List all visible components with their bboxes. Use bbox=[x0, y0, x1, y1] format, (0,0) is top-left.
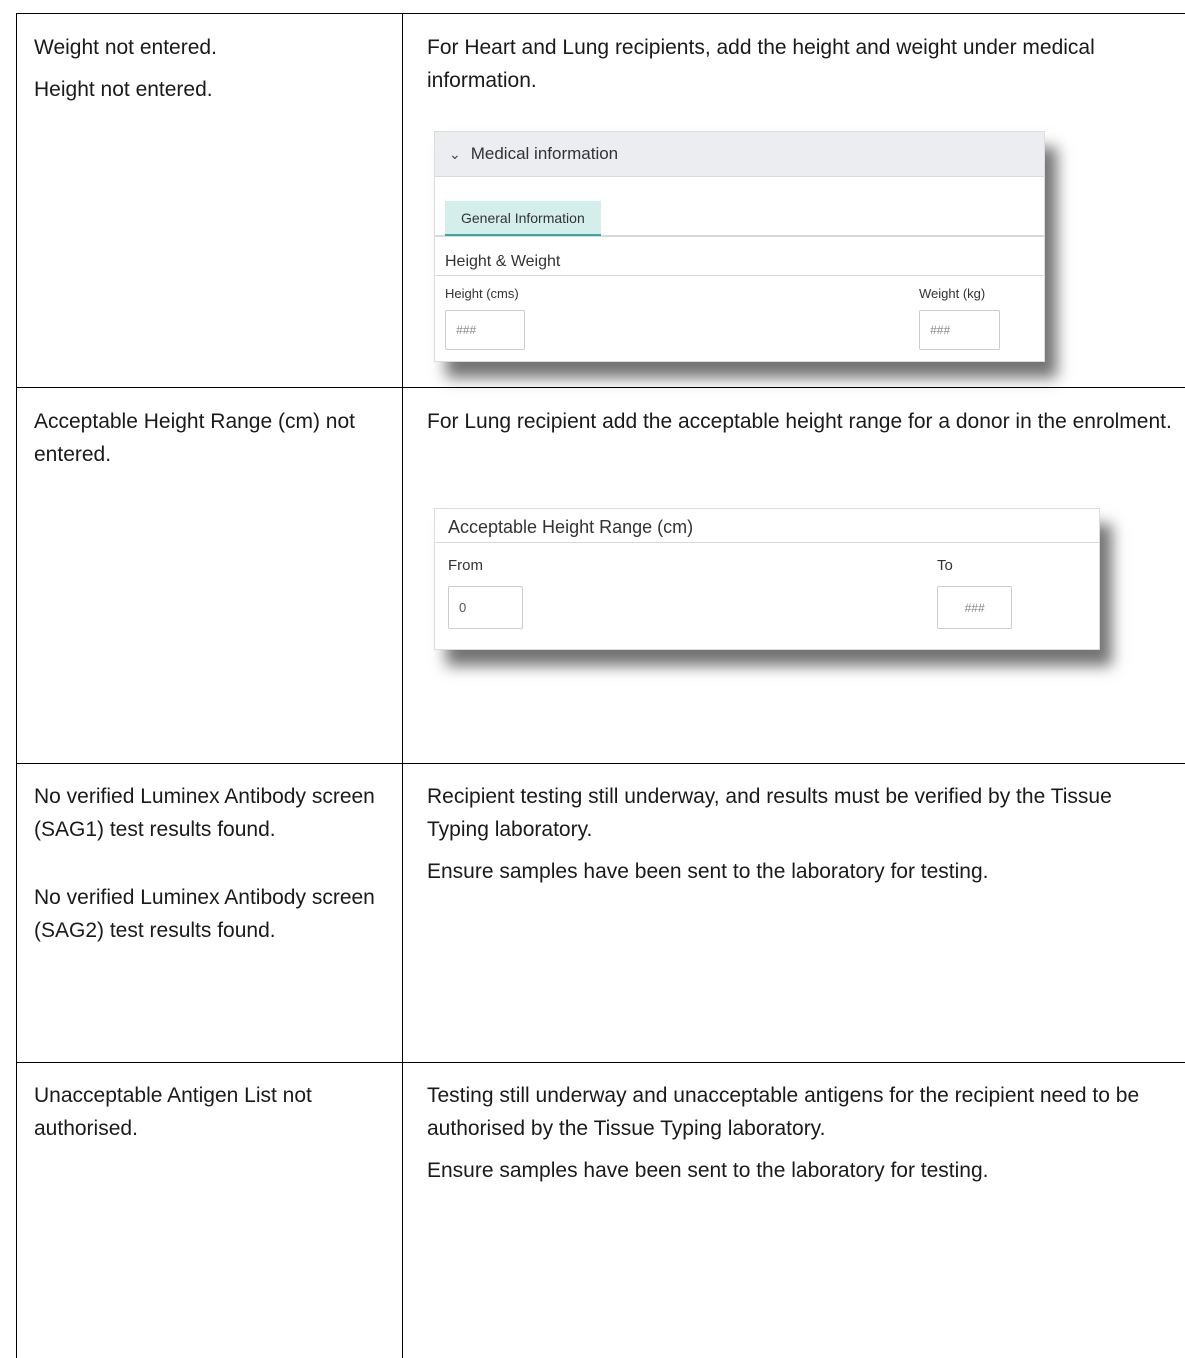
issue-text: No verified Luminex Antibody screen (SAG… bbox=[34, 886, 375, 942]
table-rule bbox=[16, 1062, 1185, 1063]
action-text: Testing still underway and unacceptable … bbox=[427, 1084, 1140, 1140]
action-cell: For Heart and Lung recipients, add the h… bbox=[427, 31, 1179, 106]
table-rule bbox=[16, 387, 1185, 388]
medical-information-panel: ⌄ Medical information General Informatio… bbox=[434, 131, 1045, 362]
action-text: Ensure samples have been sent to the lab… bbox=[427, 1159, 989, 1182]
action-text: For Lung recipient add the acceptable he… bbox=[427, 410, 1172, 433]
table-rule bbox=[16, 763, 1185, 764]
table-column-divider bbox=[402, 13, 403, 1358]
weight-input[interactable]: ### bbox=[919, 310, 1000, 350]
issue-cell: Acceptable Height Range (cm) not entered… bbox=[34, 405, 399, 480]
medical-information-header[interactable]: ⌄ Medical information bbox=[435, 132, 1044, 177]
height-range-from-input[interactable]: 0 bbox=[448, 586, 523, 629]
issue-text: Unacceptable Antigen List not authorised… bbox=[34, 1084, 312, 1140]
issue-cell: No verified Luminex Antibody screen (SAG… bbox=[34, 780, 399, 956]
acceptable-height-range-panel: Acceptable Height Range (cm) From To 0 #… bbox=[434, 508, 1100, 650]
tab-bar: General Information bbox=[435, 177, 1044, 237]
height-weight-heading: Height & Weight bbox=[435, 237, 1044, 276]
action-cell: Testing still underway and unacceptable … bbox=[427, 1079, 1179, 1196]
issue-text: Acceptable Height Range (cm) not entered… bbox=[34, 410, 355, 466]
action-text: Recipient testing still underway, and re… bbox=[427, 785, 1112, 841]
tab-general-information[interactable]: General Information bbox=[445, 201, 601, 236]
chevron-down-icon: ⌄ bbox=[449, 145, 461, 162]
table-rule bbox=[16, 13, 1185, 14]
issue-cell: Weight not entered. Height not entered. bbox=[34, 31, 399, 115]
weight-label: Weight (kg) bbox=[919, 286, 986, 301]
action-text: For Heart and Lung recipients, add the h… bbox=[427, 36, 1095, 92]
height-range-heading: Acceptable Height Range (cm) bbox=[435, 509, 1099, 543]
action-text: Ensure samples have been sent to the lab… bbox=[427, 860, 989, 883]
height-input[interactable]: ### bbox=[445, 310, 525, 350]
from-label: From bbox=[448, 557, 483, 574]
issue-cell: Unacceptable Antigen List not authorised… bbox=[34, 1079, 399, 1154]
issue-text: Height not entered. bbox=[34, 78, 213, 101]
height-label: Height (cms) bbox=[445, 286, 519, 301]
action-cell: For Lung recipient add the acceptable he… bbox=[427, 405, 1179, 447]
issue-text: No verified Luminex Antibody screen (SAG… bbox=[34, 785, 375, 841]
action-cell: Recipient testing still underway, and re… bbox=[427, 780, 1179, 897]
issue-text: Weight not entered. bbox=[34, 36, 217, 59]
height-range-to-input[interactable]: ### bbox=[937, 586, 1012, 629]
table-border-left bbox=[16, 13, 17, 1358]
medical-information-title: Medical information bbox=[470, 144, 619, 163]
to-label: To bbox=[937, 557, 953, 574]
